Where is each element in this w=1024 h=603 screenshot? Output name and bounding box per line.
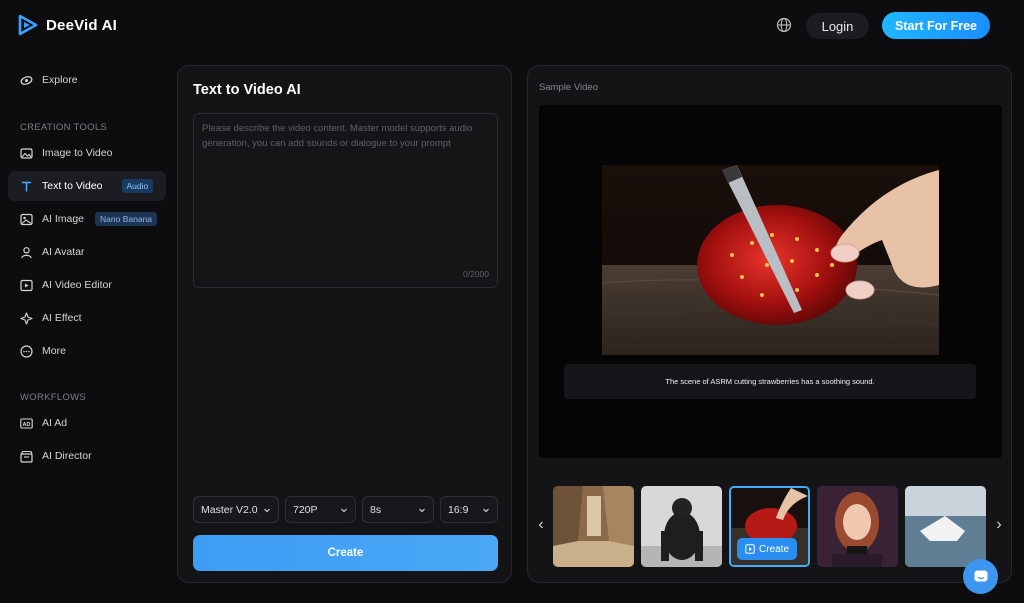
character-count: 0/2000 [463, 269, 489, 279]
brand-name: DeeVid AI [46, 16, 117, 34]
sidebar-item-label: More [42, 345, 66, 357]
top-header: DeeVid AI Login Start For Free [0, 0, 1024, 52]
thumbnail-alley[interactable] [553, 486, 634, 567]
svg-text:AD: AD [23, 422, 31, 428]
workflows-heading: WORKFLOWS [20, 392, 87, 403]
thumbnail-gorilla[interactable] [641, 486, 722, 567]
duration-value: 8s [370, 503, 382, 516]
create-button[interactable]: Create [193, 535, 498, 571]
sidebar-item-label: AI Effect [42, 312, 82, 324]
generation-options: Master V2.0 720P 8s 16:9 [193, 496, 498, 523]
gorilla-thumbnail [641, 486, 722, 567]
user-icon [20, 246, 33, 259]
page-title: Text to Video AI [193, 82, 301, 98]
sidebar-item-label: AI Director [42, 450, 92, 462]
prompt-placeholder: Please describe the video content. Maste… [202, 123, 473, 149]
sidebar-item-explore[interactable]: Explore [8, 65, 166, 95]
sidebar-item-label: Explore [42, 74, 78, 86]
ad-icon: AD [20, 417, 33, 430]
resolution-value: 720P [293, 503, 318, 516]
sample-thumbnails: ‹ Create › [528, 486, 1013, 568]
chevron-down-icon [341, 508, 347, 512]
sparkle-icon [20, 311, 33, 325]
sidebar-item-ai-ad[interactable]: AD AI Ad [8, 408, 166, 438]
sidebar-item-ai-director[interactable]: AI Director [8, 441, 166, 471]
aspect-ratio-select[interactable]: 16:9 [440, 496, 498, 523]
audio-badge: Audio [121, 179, 154, 193]
brand-logo[interactable]: DeeVid AI [18, 14, 117, 36]
text-to-video-panel: Text to Video AI Please describe the vid… [177, 65, 512, 583]
alley-thumbnail [553, 486, 634, 567]
play-square-icon [745, 544, 755, 554]
chat-support-button[interactable] [963, 559, 998, 594]
model-select[interactable]: Master V2.0 [193, 496, 279, 523]
globe-icon[interactable] [776, 17, 792, 33]
sidebar-item-label: Text to Video [42, 180, 103, 192]
thumbnail-paper-boat[interactable] [905, 486, 986, 567]
video-edit-icon [20, 279, 33, 292]
sidebar-item-label: Image to Video [42, 147, 113, 159]
thumbnail-create-label: Create [758, 543, 789, 555]
sample-video-panel: Sample Video The scene of ASRM cutting s… [527, 65, 1012, 583]
login-button[interactable]: Login [806, 13, 869, 39]
sidebar-item-ai-effect[interactable]: AI Effect [8, 303, 166, 333]
deevid-logo-icon [18, 14, 38, 36]
text-icon [20, 180, 33, 193]
chat-icon [974, 570, 987, 581]
thumbnail-create-button[interactable]: Create [737, 538, 797, 560]
sidebar-item-ai-video-editor[interactable]: AI Video Editor [8, 270, 166, 300]
video-caption: The scene of ASRM cutting strawberries h… [564, 364, 976, 399]
sidebar-item-ai-image[interactable]: AI Image Nano Banana [8, 204, 166, 234]
model-value: Master V2.0 [201, 503, 258, 516]
prompt-textarea[interactable]: Please describe the video content. Maste… [193, 113, 498, 288]
next-arrow-icon[interactable]: › [992, 513, 1006, 537]
picture-icon [20, 213, 33, 226]
woman-podcast-thumbnail [817, 486, 898, 567]
thumbnail-strawberry[interactable]: Create [729, 486, 810, 567]
strawberry-cutting-video-frame [602, 165, 939, 355]
start-for-free-button[interactable]: Start For Free [882, 12, 990, 39]
resolution-select[interactable]: 720P [285, 496, 356, 523]
thumbnail-woman-podcast[interactable] [817, 486, 898, 567]
sidebar-item-image-to-video[interactable]: Image to Video [8, 138, 166, 168]
image-icon [20, 147, 33, 160]
sidebar-item-label: AI Video Editor [42, 279, 112, 291]
video-player[interactable]: The scene of ASRM cutting strawberries h… [539, 105, 1002, 458]
director-icon [20, 450, 33, 463]
nano-banana-badge: Nano Banana [95, 212, 158, 226]
more-icon [20, 344, 33, 358]
paper-boat-thumbnail [905, 486, 986, 567]
sidebar-item-label: AI Avatar [42, 246, 85, 258]
sidebar-item-more[interactable]: More [8, 336, 166, 366]
chevron-down-icon [419, 508, 425, 512]
chevron-down-icon [264, 508, 270, 512]
sidebar-item-label: AI Ad [42, 417, 68, 429]
sidebar-item-label: AI Image [42, 213, 85, 225]
sidebar-item-text-to-video[interactable]: Text to Video Audio [8, 171, 166, 201]
sidebar-item-ai-avatar[interactable]: AI Avatar [8, 237, 166, 267]
duration-select[interactable]: 8s [362, 496, 434, 523]
prev-arrow-icon[interactable]: ‹ [534, 513, 548, 537]
chevron-down-icon [483, 508, 489, 512]
aspect-ratio-value: 16:9 [448, 503, 469, 516]
sample-video-label: Sample Video [539, 82, 598, 93]
compass-icon [20, 74, 33, 87]
caption-text: The scene of ASRM cutting strawberries h… [665, 377, 875, 386]
creation-tools-heading: CREATION TOOLS [20, 122, 108, 133]
